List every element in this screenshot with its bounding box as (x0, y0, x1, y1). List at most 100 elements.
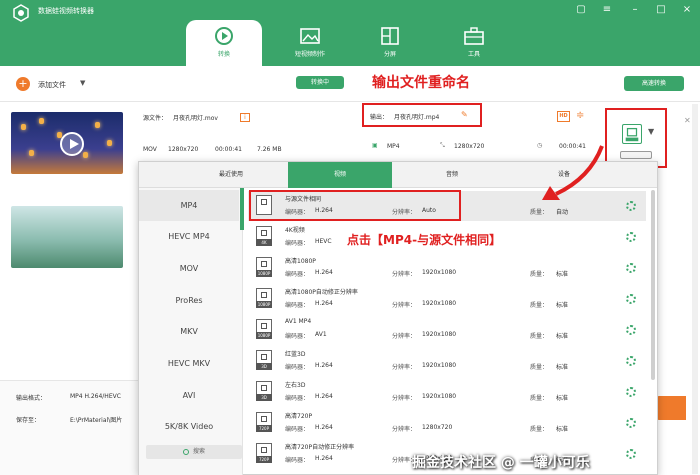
output-format-select[interactable]: MP4 H.264/HEVC (70, 393, 121, 400)
tab-short-video-label: 短视频制作 (294, 51, 325, 58)
merge-icon[interactable]: ≑ (576, 110, 584, 121)
tab-short-video[interactable]: 短视频制作 (272, 20, 348, 66)
format-settings-button[interactable] (620, 151, 652, 159)
encoder-value: H.264 (315, 269, 333, 276)
format-search-input[interactable]: 搜索 (146, 445, 242, 459)
quality-label: 质量： (530, 302, 549, 309)
save-path-field[interactable]: E:\PrMaterial\图片 (70, 415, 122, 424)
video-3d-icon: 3D (256, 381, 272, 401)
resolution-value: 1920x1080 (422, 362, 457, 369)
quality-label: 质量： (530, 395, 549, 402)
mp4-format-icon[interactable] (622, 124, 642, 144)
save-to-label: 保存至： (16, 417, 41, 424)
encoder-label: 编码器： (285, 395, 310, 402)
app-logo-icon (13, 4, 29, 22)
output-format: MP4 (387, 143, 400, 150)
preset-row[interactable]: 3D 左右3D 编码器： H.264 分辨率： 1920x1080 质量： 标准 (248, 377, 646, 407)
encoder-label: 编码器： (285, 364, 310, 371)
resolution-label: 分辨率： (392, 395, 417, 402)
gear-icon[interactable] (626, 232, 636, 242)
resolution-label: 分辨率： (392, 302, 417, 309)
fast-convert-toggle[interactable]: 高速转换 (624, 76, 684, 91)
add-file-button[interactable]: 添加文件 (38, 80, 66, 90)
quality-value: 标准 (556, 426, 569, 433)
preset-name: 红蓝3D (285, 351, 306, 358)
feedback-icon[interactable]: ▢ (574, 3, 588, 17)
preset-name: 高清1080P (285, 258, 316, 265)
category-mp4[interactable]: MP4 (139, 190, 239, 221)
edit-icon[interactable]: ✎ (461, 110, 471, 120)
category-prores[interactable]: ProRes (139, 285, 239, 316)
remove-file-icon[interactable]: ✕ (684, 116, 691, 125)
watermark: 掘金技术社区 @ 一罐小可乐 (412, 455, 590, 471)
preset-row[interactable]: 1080P 高清1080P自动修正分辨率 编码器： H.264 分辨率： 192… (248, 284, 646, 314)
tab-split-screen-label: 分屏 (383, 51, 396, 58)
gear-icon[interactable] (626, 418, 636, 428)
category-mkv[interactable]: MKV (139, 316, 239, 347)
split-screen-icon (381, 27, 399, 45)
chevron-down-icon[interactable]: ▼ (80, 79, 85, 87)
gear-icon[interactable] (626, 325, 636, 335)
source-filename: 月夜孔明灯.mov (173, 115, 218, 122)
encoder-value: HEVC (315, 238, 332, 245)
gear-icon[interactable] (626, 356, 636, 366)
preset-name: 左右3D (285, 382, 306, 389)
converting-tab[interactable]: 转换中 (296, 76, 344, 89)
gear-icon[interactable] (626, 449, 636, 459)
category-5k-8k[interactable]: 5K/8K Video (139, 411, 239, 442)
preset-row[interactable]: 720P 高清720P 编码器： H.264 分辨率： 1280x720 质量：… (248, 408, 646, 438)
info-icon[interactable]: i (240, 113, 250, 122)
resolution-value: 1920x1080 (422, 393, 457, 400)
same-as-source-highlight (249, 190, 461, 221)
gear-icon[interactable] (626, 294, 636, 304)
minimize-icon[interactable]: – (628, 3, 642, 17)
category-mov[interactable]: MOV (139, 253, 239, 284)
tab-convert-label: 转换 (217, 51, 230, 58)
tab-video[interactable]: 视频 (288, 162, 392, 188)
add-file-icon[interactable]: + (16, 77, 30, 91)
preset-tag: 1080P (256, 270, 272, 277)
quality-label: 质量： (530, 426, 549, 433)
encoder-label: 编码器： (285, 302, 310, 309)
tab-convert[interactable]: 转换 (186, 20, 262, 66)
scrollbar[interactable] (692, 104, 698, 474)
close-icon[interactable]: × (680, 3, 694, 17)
category-hevc-mp4[interactable]: HEVC MP4 (139, 221, 239, 252)
encoder-label: 编码器： (285, 333, 310, 340)
video-thumbnail[interactable] (11, 206, 123, 268)
chevron-down-icon[interactable]: ▼ (648, 127, 654, 136)
category-avi[interactable]: AVI (139, 380, 239, 411)
convert-icon (215, 27, 233, 45)
encoder-value: H.264 (315, 455, 333, 462)
preset-row[interactable]: 1080P 高清1080P 编码器： H.264 分辨率： 1920x1080 … (248, 253, 646, 283)
output-format-icon: ▣ (372, 142, 378, 149)
source-resolution: 1280x720 (168, 146, 199, 153)
toolbar (0, 66, 700, 102)
tab-split-screen[interactable]: 分屏 (352, 20, 428, 66)
output-filename[interactable]: 月夜孔明灯.mp4 (394, 112, 439, 121)
tab-audio[interactable]: 音频 (400, 162, 504, 188)
resolution-value: 1920x1080 (422, 331, 457, 338)
hardware-accel-icon[interactable]: HD (557, 111, 570, 122)
gear-icon[interactable] (626, 201, 636, 211)
tab-recent[interactable]: 最近使用 (179, 162, 283, 188)
maximize-icon[interactable]: □ (654, 3, 668, 17)
category-hevc-mkv[interactable]: HEVC MKV (139, 348, 239, 379)
video-file-icon: 1080P (256, 257, 272, 277)
play-button[interactable] (60, 132, 84, 156)
resolution-value: 1280x720 (422, 424, 453, 431)
preset-row[interactable]: 3D 红蓝3D 编码器： H.264 分辨率： 1920x1080 质量： 标准 (248, 346, 646, 376)
video-file-icon: 720P (256, 412, 272, 432)
output-resolution: 1280x720 (454, 143, 485, 150)
encoder-value: H.264 (315, 393, 333, 400)
gear-icon[interactable] (626, 387, 636, 397)
convert-all-button[interactable] (656, 396, 686, 420)
preset-tag: 720P (256, 425, 272, 432)
encoder-label: 编码器： (285, 457, 310, 464)
menu-icon[interactable]: ≡ (600, 3, 614, 17)
preset-row[interactable]: 1080P AV1 MP4 编码器： AV1 分辨率： 1920x1080 质量… (248, 315, 646, 345)
source-format: MOV (143, 146, 157, 153)
tab-tools[interactable]: 工具 (436, 20, 512, 66)
preset-list-scrollbar[interactable] (651, 190, 655, 380)
gear-icon[interactable] (626, 263, 636, 273)
